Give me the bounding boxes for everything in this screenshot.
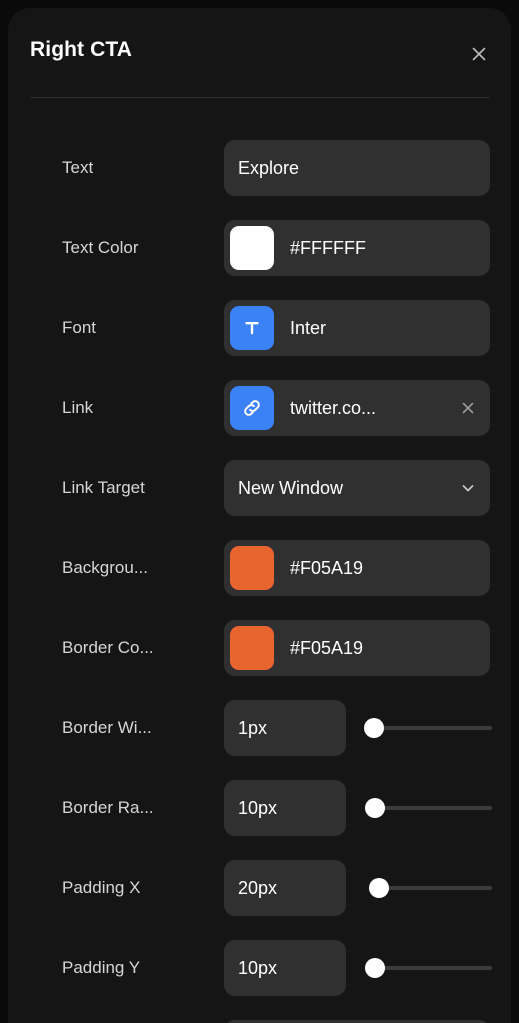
control-padding-x: 20px <box>224 860 492 916</box>
slider-track <box>370 806 492 810</box>
label-text-color: Text Color <box>62 238 139 257</box>
label-link: Link <box>62 398 94 417</box>
control-text: Explore <box>224 140 490 196</box>
chevron-down-icon <box>462 485 474 492</box>
clear-x-icon <box>462 402 474 414</box>
slider-thumb[interactable] <box>364 798 385 818</box>
right-cta-settings-panel: Right CTA Text Explore Text Color #FFFFF… <box>8 8 511 1023</box>
link-field[interactable]: twitter.co... <box>224 380 490 436</box>
padding-y-input[interactable]: 10px <box>224 940 346 996</box>
link-chain-icon <box>244 400 260 416</box>
border-width-input[interactable]: 1px <box>224 700 346 756</box>
clear-link-button[interactable] <box>458 398 478 418</box>
control-background-color: #F05A19 <box>224 540 490 596</box>
border-radius-slider[interactable] <box>364 795 492 821</box>
padding-x-slider[interactable] <box>368 875 492 901</box>
border-radius-value: 10px <box>238 797 278 818</box>
row-border-radius: Border Ra... 10px <box>8 768 511 848</box>
padding-y-value: 10px <box>238 957 278 978</box>
row-text-color: Text Color #FFFFFF <box>8 208 511 288</box>
row-padding-x: Padding X 20px <box>8 848 511 928</box>
control-border-color: #F05A19 <box>224 620 490 676</box>
row-next-color-partial <box>8 1008 511 1023</box>
control-link-target: New Window <box>224 460 490 516</box>
row-font: Font Inter <box>8 288 511 368</box>
row-background-color: Backgrou... #F05A19 <box>8 528 511 608</box>
border-width-slider[interactable] <box>363 715 492 741</box>
control-border-width: 1px <box>224 700 492 756</box>
font-field[interactable]: Inter <box>224 300 490 356</box>
font-icon-tile <box>230 306 274 350</box>
page-title: Right CTA <box>30 38 132 61</box>
link-target-select[interactable]: New Window <box>224 460 490 516</box>
label-padding-y: Padding Y <box>62 958 141 977</box>
row-text: Text Explore <box>8 128 511 208</box>
text-color-field[interactable]: #FFFFFF <box>224 220 490 276</box>
background-color-swatch[interactable] <box>230 546 274 590</box>
label-border-radius: Border Ra... <box>62 798 154 817</box>
label-padding-x: Padding X <box>62 878 141 897</box>
border-width-value: 1px <box>238 717 268 738</box>
label-background-color: Backgrou... <box>62 558 148 577</box>
row-border-width: Border Wi... 1px <box>8 688 511 768</box>
padding-x-value: 20px <box>238 877 278 898</box>
link-icon-tile <box>230 386 274 430</box>
background-color-field[interactable]: #F05A19 <box>224 540 490 596</box>
close-panel-button[interactable] <box>465 40 493 68</box>
control-border-radius: 10px <box>224 780 492 836</box>
link-target-chevron <box>460 480 476 496</box>
border-color-swatch[interactable] <box>230 626 274 670</box>
padding-x-input[interactable]: 20px <box>224 860 346 916</box>
header-divider <box>30 97 490 98</box>
slider-thumb[interactable] <box>368 878 389 898</box>
font-value: Inter <box>290 317 327 338</box>
label-font: Font <box>62 318 97 337</box>
row-padding-y: Padding Y 10px <box>8 928 511 1008</box>
control-font: Inter <box>224 300 490 356</box>
settings-rows: Text Explore Text Color #FFFFFF Font Int… <box>8 128 511 1023</box>
border-color-value: #F05A19 <box>290 637 364 658</box>
label-link-target: Link Target <box>62 478 145 497</box>
label-border-color: Border Co... <box>62 638 154 657</box>
label-text: Text <box>62 158 94 177</box>
link-value: twitter.co... <box>290 397 377 418</box>
panel-header: Right CTA <box>8 8 511 98</box>
row-border-color: Border Co... #F05A19 <box>8 608 511 688</box>
slider-track <box>370 966 492 970</box>
border-color-field[interactable]: #F05A19 <box>224 620 490 676</box>
control-text-color: #FFFFFF <box>224 220 490 276</box>
slider-track <box>370 726 492 730</box>
font-t-icon <box>245 322 259 335</box>
slider-thumb[interactable] <box>364 958 385 978</box>
text-color-value: #FFFFFF <box>290 237 366 258</box>
text-input-value: Explore <box>238 157 300 178</box>
background-color-value: #F05A19 <box>290 557 364 578</box>
close-icon <box>472 47 486 61</box>
border-radius-input[interactable]: 10px <box>224 780 346 836</box>
link-target-value: New Window <box>238 477 344 498</box>
text-input[interactable]: Explore <box>224 140 490 196</box>
padding-y-slider[interactable] <box>364 955 492 981</box>
control-link: twitter.co... <box>224 380 490 436</box>
row-link: Link twitter.co... <box>8 368 511 448</box>
slider-thumb[interactable] <box>363 718 384 738</box>
row-link-target: Link Target New Window <box>8 448 511 528</box>
text-color-swatch[interactable] <box>230 226 274 270</box>
label-border-width: Border Wi... <box>62 718 152 737</box>
control-padding-y: 10px <box>224 940 492 996</box>
